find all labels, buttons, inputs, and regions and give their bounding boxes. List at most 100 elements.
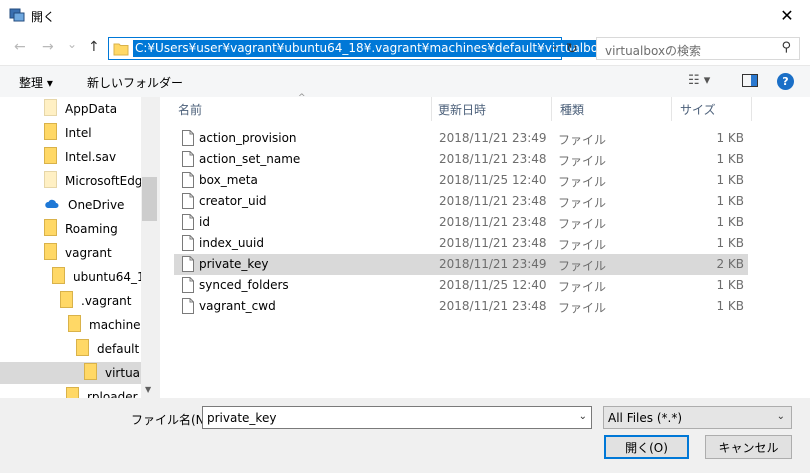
tree-item-label: machines <box>89 318 147 332</box>
file-date: 2018/11/21 23:49 <box>439 131 547 145</box>
file-name: private_key <box>199 257 269 271</box>
file-row[interactable]: private_key 2018/11/21 23:49 ファイル 2 KB <box>174 254 748 275</box>
scroll-down-arrow-icon[interactable]: ▼ <box>145 385 151 394</box>
open-button[interactable]: 開く(O) <box>604 435 689 459</box>
help-icon[interactable]: ? <box>777 73 794 90</box>
column-header-name[interactable]: 名前 ^ <box>160 93 432 121</box>
tree-item-label: OneDrive <box>68 198 125 212</box>
folder-icon <box>76 339 89 359</box>
folder-icon <box>113 43 129 56</box>
navigation-tree[interactable]: AppData Intel Intel.sav MicrosoftEdge OneDri… <box>0 97 158 398</box>
file-type: ファイル <box>558 301 607 315</box>
folder-icon <box>66 387 79 398</box>
up-button[interactable]: ↑ <box>88 39 100 55</box>
column-header-name-label: 名前 <box>178 102 203 117</box>
file-type: ファイル <box>558 133 607 147</box>
address-bar[interactable]: C:¥Users¥user¥vagrant¥ubuntu64_18¥.vagra… <box>108 37 607 60</box>
file-row[interactable]: creator_uid 2018/11/21 23:48 ファイル 1 KB <box>174 191 748 212</box>
tree-item[interactable]: rploader <box>0 386 141 398</box>
file-date: 2018/11/21 23:48 <box>439 299 547 313</box>
folder-icon <box>44 243 57 263</box>
tree-item[interactable]: default <box>0 338 141 360</box>
column-header-date-label: 更新日時 <box>438 102 487 117</box>
file-icon <box>182 235 194 254</box>
preview-pane-icon[interactable] <box>742 74 758 87</box>
tree-item[interactable]: virtualb <box>0 362 151 384</box>
forward-button[interactable]: → <box>42 39 54 55</box>
tree-scrollbar[interactable]: ▼ <box>141 97 158 398</box>
cancel-button[interactable]: キャンセル <box>705 435 792 459</box>
refresh-button[interactable]: ↻ <box>566 41 578 57</box>
new-folder-button[interactable]: 新しいフォルダー <box>87 74 183 91</box>
column-header-size[interactable]: サイズ <box>672 97 752 121</box>
file-date: 2018/11/25 12:40 <box>439 173 547 187</box>
file-row[interactable]: box_meta 2018/11/25 12:40 ファイル 1 KB <box>174 170 748 191</box>
file-size: 1 KB <box>716 194 744 208</box>
folder-icon <box>84 363 97 383</box>
tree-item-label: MicrosoftEdge <box>65 174 150 188</box>
back-button[interactable]: ← <box>14 39 26 55</box>
file-icon <box>182 298 194 317</box>
address-dropdown-button[interactable]: ⌄ <box>551 41 559 52</box>
address-path[interactable]: C:¥Users¥user¥vagrant¥ubuntu64_18¥.vagra… <box>133 40 607 57</box>
tree-item[interactable]: MicrosoftEdge <box>0 170 150 192</box>
file-name: id <box>199 215 210 229</box>
command-toolbar: 整理 ▾ 新しいフォルダー ☷ ▾ ? <box>0 65 810 97</box>
tree-scrollbar-thumb[interactable] <box>142 177 157 221</box>
column-header-type[interactable]: 種類 <box>552 97 672 121</box>
tree-item[interactable]: AppData <box>0 98 141 120</box>
file-icon <box>182 214 194 233</box>
tree-item[interactable]: OneDrive <box>0 194 141 216</box>
file-icon <box>182 193 194 212</box>
tree-item[interactable]: Intel <box>0 122 141 144</box>
filename-input[interactable]: private_key ⌄ <box>202 406 592 429</box>
file-size: 1 KB <box>716 299 744 313</box>
file-date: 2018/11/21 23:49 <box>439 257 547 271</box>
tree-item[interactable]: machines <box>0 314 147 336</box>
file-size: 1 KB <box>716 131 744 145</box>
recent-locations-button[interactable]: ⌄ <box>67 37 77 51</box>
tree-item[interactable]: .vagrant <box>0 290 141 312</box>
column-header-size-label: サイズ <box>680 102 716 117</box>
filename-value[interactable]: private_key <box>207 411 276 425</box>
file-type-value[interactable]: All Files (*.*) <box>608 411 682 425</box>
file-type: ファイル <box>558 238 607 252</box>
tree-item[interactable]: Roaming <box>0 218 141 240</box>
column-header-date[interactable]: 更新日時 <box>432 97 552 121</box>
window-title: 開く <box>31 10 56 24</box>
file-name: action_set_name <box>199 152 301 166</box>
file-type-select[interactable]: All Files (*.*) ⌄ <box>603 406 792 429</box>
file-type: ファイル <box>558 175 607 189</box>
file-row[interactable]: synced_folders 2018/11/25 12:40 ファイル 1 KB <box>174 275 748 296</box>
file-icon <box>182 277 194 296</box>
file-icon <box>182 151 194 170</box>
tree-item[interactable]: Intel.sav <box>0 146 141 168</box>
tree-item[interactable]: ubuntu64_18 <box>0 266 152 288</box>
onedrive-icon <box>44 198 60 213</box>
chevron-down-icon[interactable]: ⌄ <box>777 411 785 422</box>
file-row[interactable]: vagrant_cwd 2018/11/21 23:48 ファイル 1 KB <box>174 296 748 317</box>
file-size: 1 KB <box>716 236 744 250</box>
search-icon[interactable]: ⚲ <box>781 40 791 55</box>
organize-menu-button[interactable]: 整理 ▾ <box>19 74 53 91</box>
file-row[interactable]: id 2018/11/21 23:48 ファイル 1 KB <box>174 212 748 233</box>
file-list[interactable]: 名前 ^ 更新日時 種類 サイズ action_provision 2018/11… <box>160 93 810 398</box>
sort-ascending-icon: ^ <box>298 93 306 103</box>
file-date: 2018/11/25 12:40 <box>439 278 547 292</box>
file-size: 1 KB <box>716 215 744 229</box>
tree-item-label: .vagrant <box>81 294 132 308</box>
file-date: 2018/11/21 23:48 <box>439 215 547 229</box>
search-box[interactable]: virtualboxの検索 ⚲ <box>596 37 800 60</box>
file-open-dialog-icon <box>9 8 25 22</box>
file-row[interactable]: action_provision 2018/11/21 23:49 ファイル 1 KB <box>174 128 748 149</box>
close-button[interactable]: ✕ <box>764 0 810 31</box>
file-type: ファイル <box>558 259 607 273</box>
view-options-button[interactable]: ☷ ▾ <box>688 73 710 88</box>
tree-item-label: Intel <box>65 126 92 140</box>
tree-item[interactable]: vagrant <box>0 242 141 264</box>
filename-dropdown-icon[interactable]: ⌄ <box>579 411 587 422</box>
file-row[interactable]: index_uuid 2018/11/21 23:48 ファイル 1 KB <box>174 233 748 254</box>
file-size: 1 KB <box>716 278 744 292</box>
file-row[interactable]: action_set_name 2018/11/21 23:48 ファイル 1 KB <box>174 149 748 170</box>
file-size: 1 KB <box>716 173 744 187</box>
